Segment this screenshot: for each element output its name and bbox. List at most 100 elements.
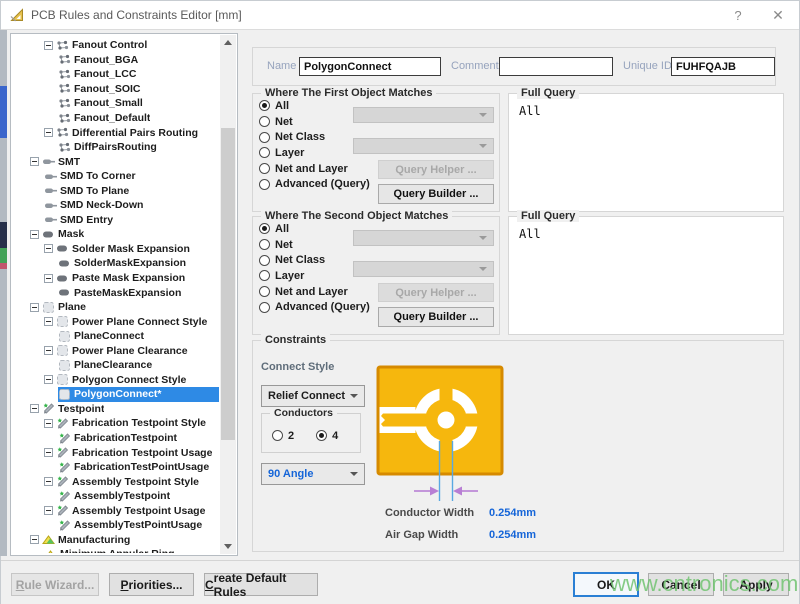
radio-icon[interactable] — [259, 116, 270, 127]
tree-item-content[interactable]: Plane — [42, 300, 219, 315]
tree-item-smd-entry[interactable]: SMD Entry — [13, 213, 219, 228]
tree-item-soldermaskexpansion[interactable]: SolderMaskExpansion — [13, 256, 219, 271]
tree-item-assembly-testpoint-usage[interactable]: Assembly Testpoint Usage — [13, 504, 219, 519]
radio-icon[interactable] — [259, 239, 270, 250]
tree-item-fabricationtestpointusage[interactable]: FabricationTestPointUsage — [13, 460, 219, 475]
tree-item-polygon-connect-style[interactable]: Polygon Connect Style — [13, 373, 219, 388]
collapse-toggle-icon[interactable] — [44, 477, 53, 486]
tree-item-content[interactable]: FabricationTestpoint — [58, 431, 219, 446]
tree-item-fanout-small[interactable]: Fanout_Small — [13, 96, 219, 111]
help-button[interactable]: ? — [725, 4, 751, 26]
collapse-toggle-icon[interactable] — [44, 375, 53, 384]
radio-icon[interactable] — [259, 179, 270, 190]
connect-style-select[interactable]: Relief Connect — [261, 385, 365, 407]
tree-item-assembly-testpoint-style[interactable]: Assembly Testpoint Style — [13, 474, 219, 489]
tree-item-fabrication-testpoint-style[interactable]: Fabrication Testpoint Style — [13, 416, 219, 431]
tree-item-fanout-default[interactable]: Fanout_Default — [13, 111, 219, 126]
collapse-toggle-icon[interactable] — [30, 535, 39, 544]
tree-item-fanout-soic[interactable]: Fanout_SOIC — [13, 82, 219, 97]
comment-input[interactable] — [499, 57, 613, 76]
collapse-toggle-icon[interactable] — [30, 157, 39, 166]
radio-icon[interactable] — [259, 132, 270, 143]
tree-item-content[interactable]: Manufacturing — [42, 533, 219, 548]
tree-item-content[interactable]: SMD Neck-Down — [44, 198, 219, 213]
tree-item-content[interactable]: AssemblyTestpoint — [58, 489, 219, 504]
tree-item-fanout-bga[interactable]: Fanout_BGA — [13, 53, 219, 68]
tree-item-paste-mask-expansion[interactable]: Paste Mask Expansion — [13, 271, 219, 286]
conductors-radio-2[interactable]: 2 — [272, 428, 294, 444]
tree-item-content[interactable]: Fanout_Small — [58, 96, 219, 111]
tree-item-content[interactable]: SMD To Plane — [44, 183, 219, 198]
tree-item-testpoint[interactable]: Testpoint — [13, 402, 219, 417]
radio-icon[interactable] — [259, 163, 270, 174]
radio-icon[interactable] — [259, 147, 270, 158]
collapse-toggle-icon[interactable] — [44, 41, 53, 50]
tree-item-content[interactable]: Differential Pairs Routing — [56, 125, 219, 140]
tree-item-content[interactable]: Assembly Testpoint Style — [56, 474, 219, 489]
tree-item-content[interactable]: PasteMaskExpansion — [58, 285, 219, 300]
close-icon[interactable]: ✕ — [765, 4, 791, 26]
priorities-button[interactable]: Priorities... — [109, 573, 194, 596]
radio-icon[interactable] — [259, 286, 270, 297]
conductor-width-value[interactable]: 0.254mm — [489, 507, 536, 519]
scroll-thumb[interactable] — [221, 128, 235, 439]
tree-item-smd-to-plane[interactable]: SMD To Plane — [13, 183, 219, 198]
tree-item-diffpairsrouting[interactable]: DiffPairsRouting — [13, 140, 219, 155]
tree-item-content[interactable]: Paste Mask Expansion — [56, 271, 219, 286]
tree-item-smd-to-corner[interactable]: SMD To Corner — [13, 169, 219, 184]
radio-icon[interactable] — [259, 255, 270, 266]
tree-item-content[interactable]: Fanout_BGA — [58, 53, 219, 68]
tree-item-differential-pairs-routing[interactable]: Differential Pairs Routing — [13, 125, 219, 140]
conductors-radio-4[interactable]: 4 — [316, 428, 338, 444]
tree-item-content[interactable]: Fanout_Default — [58, 111, 219, 126]
tree-item-solder-mask-expansion[interactable]: Solder Mask Expansion — [13, 242, 219, 257]
first-match-radio-net-and-layer[interactable]: Net and Layer — [259, 161, 370, 177]
tree-item-content[interactable]: FabricationTestPointUsage — [58, 460, 219, 475]
tree-item-minimum-annular-ring[interactable]: Minimum Annular Ring — [13, 547, 219, 553]
tree-item-smd-neck-down[interactable]: SMD Neck-Down — [13, 198, 219, 213]
tree-item-content[interactable]: Fanout Control — [56, 38, 219, 53]
tree-item-content[interactable]: Solder Mask Expansion — [56, 242, 219, 257]
tree-item-content[interactable]: Testpoint — [42, 402, 219, 417]
tree-item-content[interactable]: Polygon Connect Style — [56, 373, 219, 388]
radio-icon[interactable] — [259, 270, 270, 281]
second-match-radio-advanced-query[interactable]: Advanced (Query) — [259, 299, 370, 315]
tree-item-content[interactable]: SolderMaskExpansion — [58, 256, 219, 271]
tree-item-content[interactable]: DiffPairsRouting — [58, 140, 219, 155]
tree-item-fanout-control[interactable]: Fanout Control — [13, 38, 219, 53]
tree-item-content[interactable]: Minimum Annular Ring — [44, 547, 219, 553]
tree-item-power-plane-connect-style[interactable]: Power Plane Connect Style — [13, 314, 219, 329]
tree-item-content[interactable]: SMT — [42, 154, 219, 169]
first-query-builder-button[interactable]: Query Builder ... — [378, 184, 494, 204]
collapse-toggle-icon[interactable] — [44, 274, 53, 283]
tree-item-content[interactable]: Fabrication Testpoint Style — [56, 416, 219, 431]
second-query-builder-button[interactable]: Query Builder ... — [378, 307, 494, 327]
tree-item-plane[interactable]: Plane — [13, 300, 219, 315]
tree-item-fabrication-testpoint-usage[interactable]: Fabrication Testpoint Usage — [13, 445, 219, 460]
radio-icon[interactable] — [259, 302, 270, 313]
tree-item-smt[interactable]: SMT — [13, 154, 219, 169]
tree-item-fabricationtestpoint[interactable]: FabricationTestpoint — [13, 431, 219, 446]
tree-item-polygonconnect[interactable]: PolygonConnect* — [13, 387, 219, 402]
tree-item-content[interactable]: Power Plane Connect Style — [56, 314, 219, 329]
collapse-toggle-icon[interactable] — [44, 448, 53, 457]
radio-icon[interactable] — [259, 223, 270, 234]
tree-item-fanout-lcc[interactable]: Fanout_LCC — [13, 67, 219, 82]
tree-item-content[interactable]: PolygonConnect* — [58, 387, 219, 402]
collapse-toggle-icon[interactable] — [44, 128, 53, 137]
tree-item-content[interactable]: SMD Entry — [44, 213, 219, 228]
scroll-up-icon[interactable] — [220, 35, 236, 50]
tree-item-content[interactable]: Fanout_SOIC — [58, 82, 219, 97]
unique-id-input[interactable] — [671, 57, 775, 76]
collapse-toggle-icon[interactable] — [44, 317, 53, 326]
first-match-radio-advanced-query[interactable]: Advanced (Query) — [259, 176, 370, 192]
collapse-toggle-icon[interactable] — [44, 419, 53, 428]
tree-scrollbar[interactable] — [220, 35, 236, 554]
radio-icon[interactable] — [316, 430, 327, 441]
tree-item-content[interactable]: Fanout_LCC — [58, 67, 219, 82]
tree-item-planeclearance[interactable]: PlaneClearance — [13, 358, 219, 373]
tree-item-pastemaskexpansion[interactable]: PasteMaskExpansion — [13, 285, 219, 300]
radio-icon[interactable] — [272, 430, 283, 441]
tree-item-manufacturing[interactable]: Manufacturing — [13, 533, 219, 548]
tree-item-content[interactable]: SMD To Corner — [44, 169, 219, 184]
